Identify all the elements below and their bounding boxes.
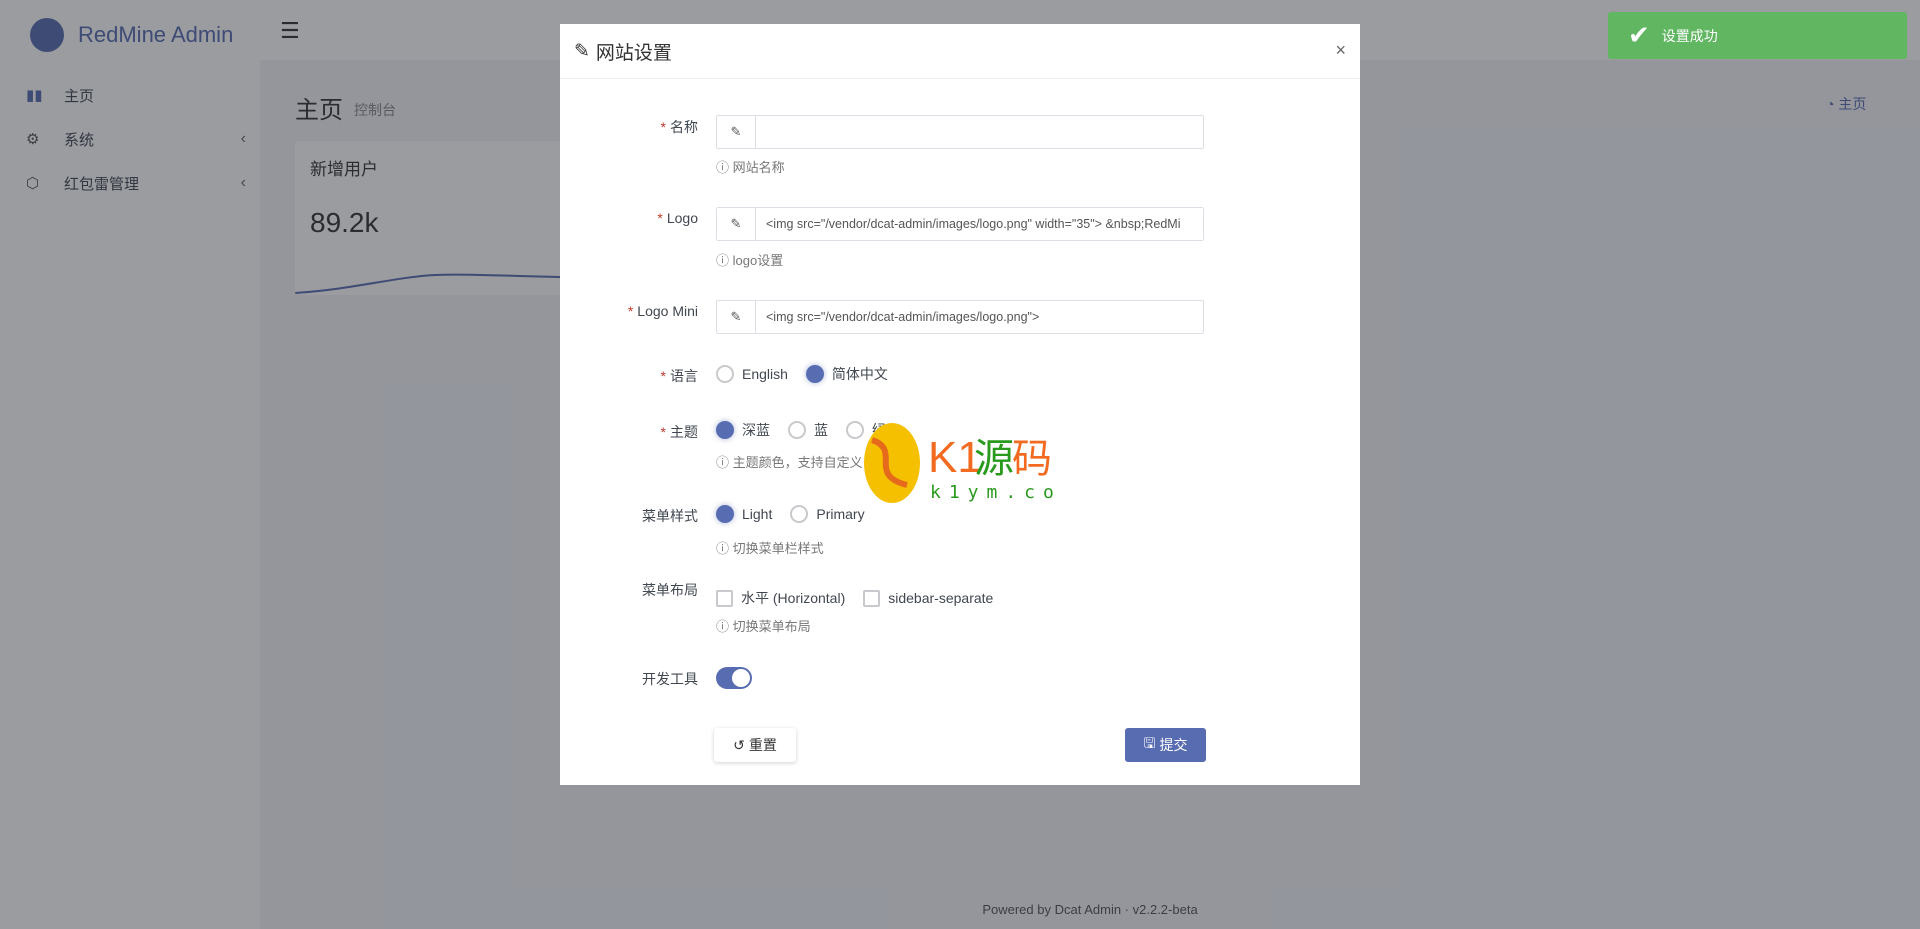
svg-text:源: 源 bbox=[974, 436, 1014, 482]
menu-style-label: 菜单样式 bbox=[642, 508, 698, 524]
settings-modal: ✎网站设置 × *名称 ✎ ⓘ 网站名称 *Logo ✎ ⓘ logo设置 *L… bbox=[560, 24, 1360, 785]
modal-title: 网站设置 bbox=[595, 42, 672, 64]
logo-mini-label: * Logo Mini bbox=[627, 303, 698, 319]
watermark-logo: K1 源 码 k1ym.com bbox=[862, 420, 1073, 511]
name-input[interactable] bbox=[756, 116, 1203, 148]
menu-style-radio-group: Light Primary bbox=[716, 505, 873, 523]
save-icon: 🖫 bbox=[1143, 735, 1156, 751]
radio-theme-darkblue[interactable]: 深蓝 bbox=[716, 420, 770, 440]
pencil-icon: ✎ bbox=[717, 208, 756, 240]
menu-style-help: ⓘ 切换菜单栏样式 bbox=[716, 541, 824, 556]
language-label: * 语言 bbox=[660, 368, 698, 384]
checkbox-horizontal[interactable]: 水平 (Horizontal) bbox=[716, 588, 845, 608]
dev-tools-label: 开发工具 bbox=[642, 671, 698, 687]
logo-field[interactable]: ✎ bbox=[716, 207, 1204, 241]
theme-help: ⓘ 主题颜色，支持自定义！ bbox=[716, 455, 876, 470]
undo-icon: ↺ bbox=[733, 736, 745, 753]
edit-icon: ✎ bbox=[574, 40, 590, 62]
theme-label: * 主题 bbox=[660, 424, 698, 440]
logo-label: * Logo bbox=[657, 210, 698, 226]
radio-english[interactable]: English bbox=[716, 365, 788, 383]
radio-light[interactable]: Light bbox=[716, 505, 772, 523]
svg-text:码: 码 bbox=[1012, 436, 1052, 482]
toast-message: 设置成功 bbox=[1661, 27, 1718, 44]
dev-tools-toggle[interactable] bbox=[716, 667, 752, 689]
reset-button[interactable]: ↺ 重置 bbox=[714, 728, 796, 762]
check-icon: ✔ bbox=[1628, 20, 1650, 50]
name-label: * 名称 bbox=[660, 119, 698, 135]
modal-header: ✎ 网站设置 bbox=[560, 24, 1360, 79]
pencil-icon: ✎ bbox=[717, 301, 756, 333]
checkbox-sidebar-separate[interactable]: sidebar-separate bbox=[863, 589, 993, 607]
menu-layout-help: ⓘ 切换菜单布局 bbox=[716, 619, 811, 634]
close-icon[interactable]: × bbox=[1335, 40, 1346, 61]
radio-chinese[interactable]: 简体中文 bbox=[805, 364, 888, 384]
submit-button[interactable]: 🖫 提交 bbox=[1125, 728, 1206, 762]
name-help: ⓘ 网站名称 bbox=[716, 160, 785, 175]
svg-text:k1ym.com: k1ym.com bbox=[930, 482, 1062, 503]
success-toast: ✔ 设置成功 bbox=[1608, 12, 1907, 59]
radio-theme-blue[interactable]: 蓝 bbox=[788, 420, 828, 440]
language-radio-group: English 简体中文 bbox=[716, 364, 896, 384]
pencil-icon: ✎ bbox=[717, 116, 756, 148]
radio-primary[interactable]: Primary bbox=[790, 505, 865, 523]
logo-mini-input[interactable] bbox=[756, 301, 1203, 333]
logo-input[interactable] bbox=[756, 208, 1203, 240]
logo-mini-field[interactable]: ✎ bbox=[716, 300, 1204, 334]
name-field[interactable]: ✎ bbox=[716, 115, 1204, 149]
menu-layout-checkbox-group: 水平 (Horizontal) sidebar-separate bbox=[716, 588, 1001, 608]
menu-layout-label: 菜单布局 bbox=[642, 582, 698, 598]
logo-help: ⓘ logo设置 bbox=[716, 253, 784, 268]
